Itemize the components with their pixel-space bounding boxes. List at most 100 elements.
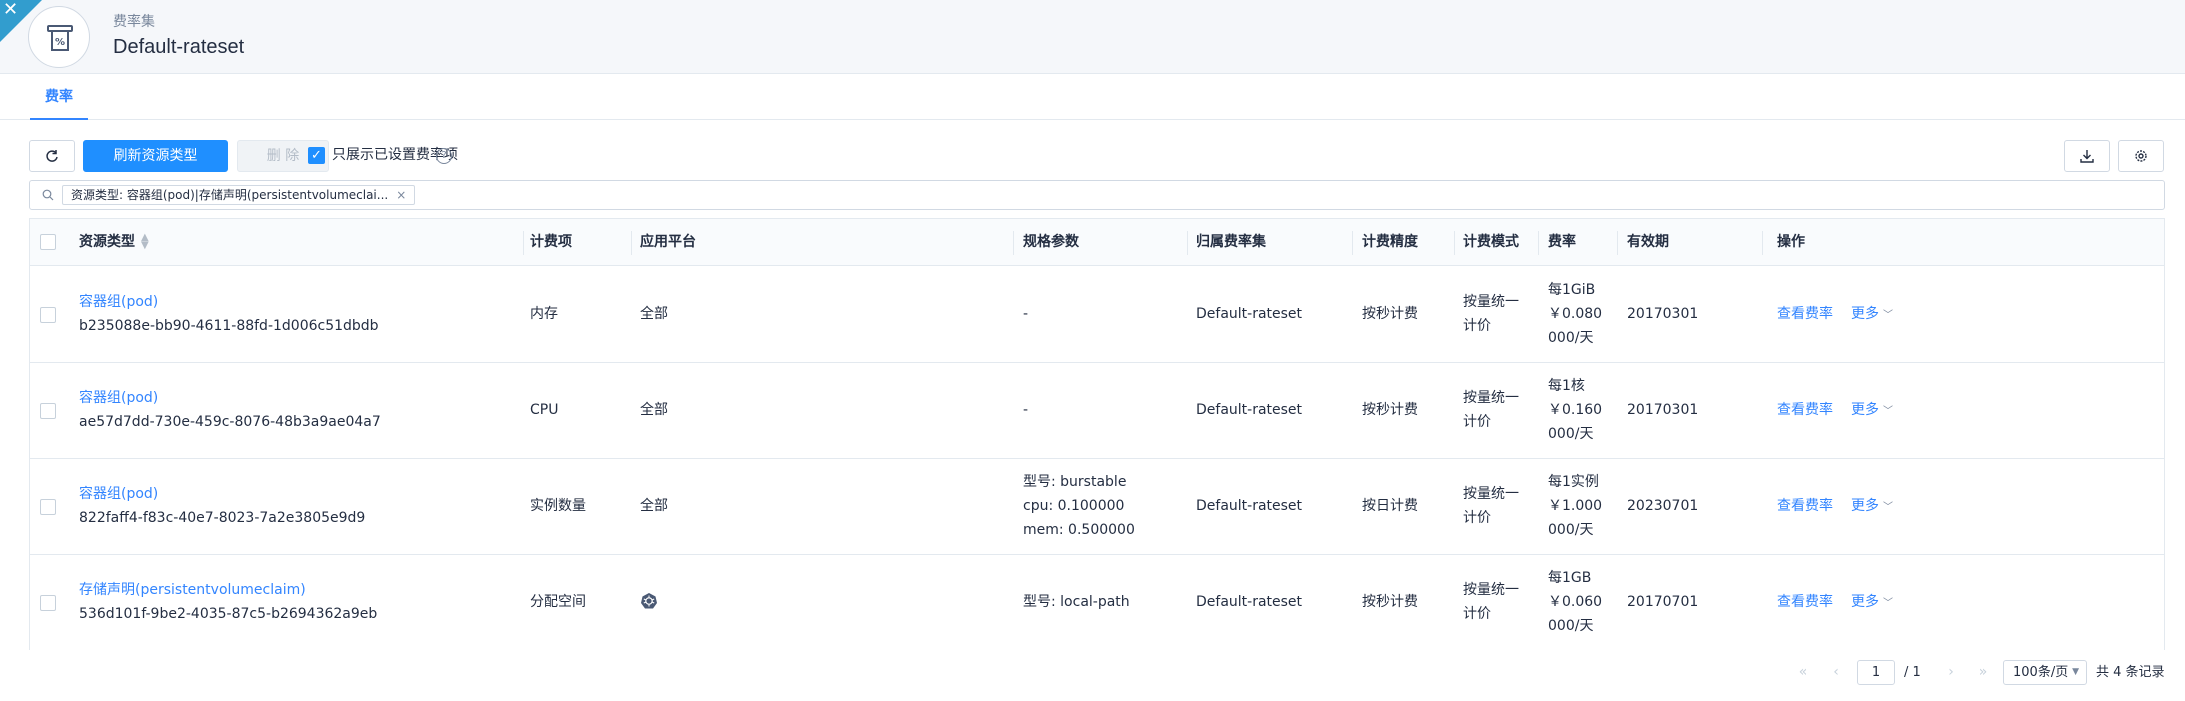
pagination: « ‹ 1 / 1 › » 100条/页 ▼ 共 4 条记录 [0, 660, 2185, 686]
view-rate-link[interactable]: 查看费率 [1777, 398, 1833, 422]
prev-page-icon[interactable]: ‹ [1826, 662, 1846, 682]
table-row: 容器组(pod) b235088e-bb90-4611-88fd-1d006c5… [30, 267, 2164, 363]
billing-mode-line: 计价 [1463, 606, 1491, 622]
svg-text:%: % [55, 37, 65, 48]
valid-date: 20170301 [1627, 306, 1699, 322]
column-divider [1454, 231, 1455, 255]
more-dropdown[interactable]: 更多 ﹀ [1851, 590, 1893, 616]
rate-line: 000/天 [1548, 618, 1594, 634]
refresh-resource-types-button[interactable]: 刷新资源类型 [83, 140, 228, 172]
refresh-button[interactable] [29, 140, 75, 172]
billing-mode-line: 按量统一 [1463, 294, 1519, 310]
settings-button[interactable] [2118, 140, 2164, 172]
chevron-down-icon: ﹀ [1883, 310, 1893, 321]
row-checkbox[interactable] [40, 403, 56, 419]
spec-line: 型号: local-path [1023, 594, 1130, 610]
column-divider [1617, 231, 1618, 255]
resource-type-link[interactable]: 容器组(pod) [79, 290, 158, 314]
view-rate-link[interactable]: 查看费率 [1777, 590, 1833, 614]
billing-item: 实例数量 [530, 498, 586, 514]
column-divider [1352, 231, 1353, 255]
more-dropdown[interactable]: 更多 ﹀ [1851, 398, 1893, 424]
col-resource-type[interactable]: 资源类型 ▲ ▼ [79, 219, 149, 266]
rate-line: 每1GiB [1548, 282, 1596, 298]
spec-line: - [1023, 306, 1029, 322]
resource-type-id: ae57d7dd-730e-459c-8076-48b3a9ae04a7 [79, 414, 381, 430]
view-rate-link[interactable]: 查看费率 [1777, 494, 1833, 518]
more-dropdown[interactable]: 更多 ﹀ [1851, 494, 1893, 520]
tab-rates[interactable]: 费率 [30, 75, 88, 120]
download-button[interactable] [2064, 140, 2110, 172]
rateset-name: Default-rateset [1196, 498, 1303, 514]
view-rate-link[interactable]: 查看费率 [1777, 302, 1833, 326]
more-dropdown[interactable]: 更多 ﹀ [1851, 302, 1893, 328]
billing-mode-line: 按量统一 [1463, 390, 1519, 406]
column-divider [1187, 231, 1188, 255]
page-title: Default-rateset [113, 36, 245, 58]
receipt-percent-icon: % [47, 25, 73, 51]
resource-type-link[interactable]: 容器组(pod) [79, 482, 158, 506]
column-divider [1013, 231, 1014, 255]
filter-tag-text: 资源类型: 容器组(pod)|存储声明(persistentvolumeclai… [71, 188, 389, 202]
page-number-input[interactable]: 1 [1857, 660, 1895, 685]
column-divider [631, 231, 632, 255]
valid-date: 20170301 [1627, 402, 1699, 418]
filter-tag-close-icon[interactable]: × [396, 188, 406, 202]
col-mode: 计费模式 [1463, 234, 1519, 250]
rate-line: ￥0.060 [1548, 594, 1603, 610]
table-row: 存储声明(persistentvolumeclaim) 536d101f-9be… [30, 555, 2164, 651]
tab-bar: 费率 [0, 75, 2185, 120]
kubernetes-icon [641, 593, 657, 609]
resource-type-link[interactable]: 容器组(pod) [79, 386, 158, 410]
billing-precision: 按秒计费 [1362, 594, 1418, 610]
valid-date: 20230701 [1627, 498, 1699, 514]
col-precision: 计费精度 [1362, 234, 1418, 250]
help-icon[interactable]: ? [436, 148, 452, 164]
rateset-name: Default-rateset [1196, 594, 1303, 610]
download-icon [2080, 150, 2094, 163]
rates-table: 资源类型 ▲ ▼ 计费项 应用平台 规格参数 归属费率集 计费精度 计费模式 费率 … [29, 218, 2165, 651]
billing-precision: 按秒计费 [1362, 306, 1418, 322]
rate-line: 000/天 [1548, 522, 1594, 538]
billing-item: 内存 [530, 306, 558, 322]
only-set-checkbox[interactable]: ✓ [308, 147, 325, 164]
rate-line: ￥0.080 [1548, 306, 1603, 322]
col-valid: 有效期 [1627, 234, 1669, 250]
platform: 全部 [640, 402, 668, 418]
page-size-select[interactable]: 100条/页 ▼ [2003, 660, 2087, 685]
col-rate: 费率 [1548, 234, 1576, 250]
platform: 全部 [640, 498, 668, 514]
row-checkbox[interactable] [40, 499, 56, 515]
sort-icon[interactable]: ▲ ▼ [141, 233, 149, 251]
filter-tag-resource-type[interactable]: 资源类型: 容器组(pod)|存储声明(persistentvolumeclai… [62, 185, 416, 205]
rateset-name: Default-rateset [1196, 402, 1303, 418]
last-page-icon[interactable]: » [1973, 662, 1993, 682]
platform [640, 589, 658, 613]
valid-date: 20170701 [1627, 594, 1699, 610]
filter-bar[interactable]: 资源类型: 容器组(pod)|存储声明(persistentvolumeclai… [29, 180, 2165, 210]
billing-mode-line: 计价 [1463, 318, 1491, 334]
select-all-checkbox[interactable] [40, 234, 56, 250]
column-divider [1762, 231, 1763, 255]
row-checkbox[interactable] [40, 595, 56, 611]
page-subtitle: 费率集 [113, 14, 155, 30]
close-icon[interactable]: ✕ [3, 0, 23, 20]
row-checkbox[interactable] [40, 307, 56, 323]
spec-line: mem: 0.500000 [1023, 522, 1135, 538]
rate-line: 每1核 [1548, 378, 1585, 394]
spec-line: cpu: 0.100000 [1023, 498, 1125, 514]
billing-mode-line: 计价 [1463, 510, 1491, 526]
table-header: 资源类型 ▲ ▼ 计费项 应用平台 规格参数 归属费率集 计费精度 计费模式 费率 … [30, 219, 2164, 266]
rateset-name: Default-rateset [1196, 306, 1303, 322]
next-page-icon[interactable]: › [1941, 662, 1961, 682]
chevron-down-icon: ﹀ [1883, 502, 1893, 513]
table-row: 容器组(pod) ae57d7dd-730e-459c-8076-48b3a9a… [30, 363, 2164, 459]
column-divider [1538, 231, 1539, 255]
billing-mode-line: 计价 [1463, 414, 1491, 430]
page-header: ✕ % 费率集 Default-rateset [0, 0, 2185, 74]
billing-mode-line: 按量统一 [1463, 582, 1519, 598]
first-page-icon[interactable]: « [1793, 662, 1813, 682]
billing-item: 分配空间 [530, 594, 586, 610]
rateset-logo: % [28, 6, 90, 68]
resource-type-link[interactable]: 存储声明(persistentvolumeclaim) [79, 578, 306, 602]
